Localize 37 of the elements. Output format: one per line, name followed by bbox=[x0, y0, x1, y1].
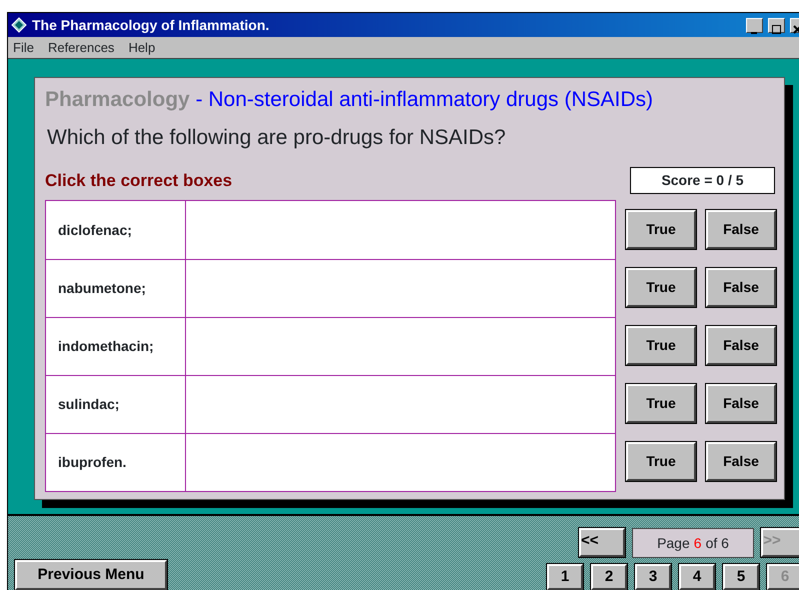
page-total: of 6 bbox=[706, 534, 729, 552]
instruction-text: Click the correct boxes bbox=[45, 170, 232, 192]
false-button[interactable]: False bbox=[706, 326, 776, 364]
minimize-icon[interactable] bbox=[746, 18, 763, 32]
topic-title: - Non-steroidal anti-inflammatory drugs (NSAIDs) bbox=[196, 88, 654, 111]
true-button[interactable]: True bbox=[626, 326, 696, 364]
previous-menu-button[interactable]: Previous Menu bbox=[15, 560, 167, 590]
page-label: Page bbox=[657, 534, 690, 553]
true-button[interactable]: True bbox=[626, 268, 696, 306]
false-button[interactable]: False bbox=[706, 384, 776, 422]
page-button[interactable]: 3 bbox=[635, 564, 671, 590]
drug-name-cell: indomethacin; bbox=[46, 318, 186, 375]
drug-name-cell: nabumetone; bbox=[46, 260, 186, 317]
false-button[interactable]: False bbox=[706, 442, 776, 480]
true-button[interactable]: True bbox=[626, 442, 696, 480]
drug-name-cell: ibuprofen. bbox=[46, 434, 186, 491]
score-display: Score = 0 / 5 bbox=[630, 167, 775, 194]
menu-item[interactable]: References bbox=[48, 38, 114, 58]
menu-item[interactable]: File bbox=[13, 38, 34, 58]
page-button[interactable]: 1 bbox=[547, 564, 583, 590]
current-page-number: 6 bbox=[694, 534, 702, 552]
question-text: Which of the following are pro-drugs for NSAIDs? bbox=[47, 124, 507, 150]
page-button[interactable]: 2 bbox=[591, 564, 627, 590]
false-button[interactable]: False bbox=[706, 210, 776, 248]
window-title: The Pharmacology of Inflammation. bbox=[32, 16, 270, 35]
drug-name-cell: diclofenac; bbox=[46, 201, 186, 259]
false-button[interactable]: False bbox=[706, 268, 776, 306]
page-button[interactable]: 5 bbox=[723, 564, 759, 590]
maximize-icon[interactable] bbox=[768, 18, 785, 32]
app-icon bbox=[11, 17, 27, 33]
menu-item[interactable]: Help bbox=[128, 38, 156, 58]
subject-title: Pharmacology bbox=[45, 88, 190, 111]
true-button[interactable]: True bbox=[626, 384, 696, 422]
true-button[interactable]: True bbox=[626, 210, 696, 248]
previous-page-button[interactable]: << bbox=[579, 528, 625, 557]
page-button[interactable]: 4 bbox=[679, 564, 715, 590]
drug-name-cell: sulindac; bbox=[46, 376, 186, 433]
